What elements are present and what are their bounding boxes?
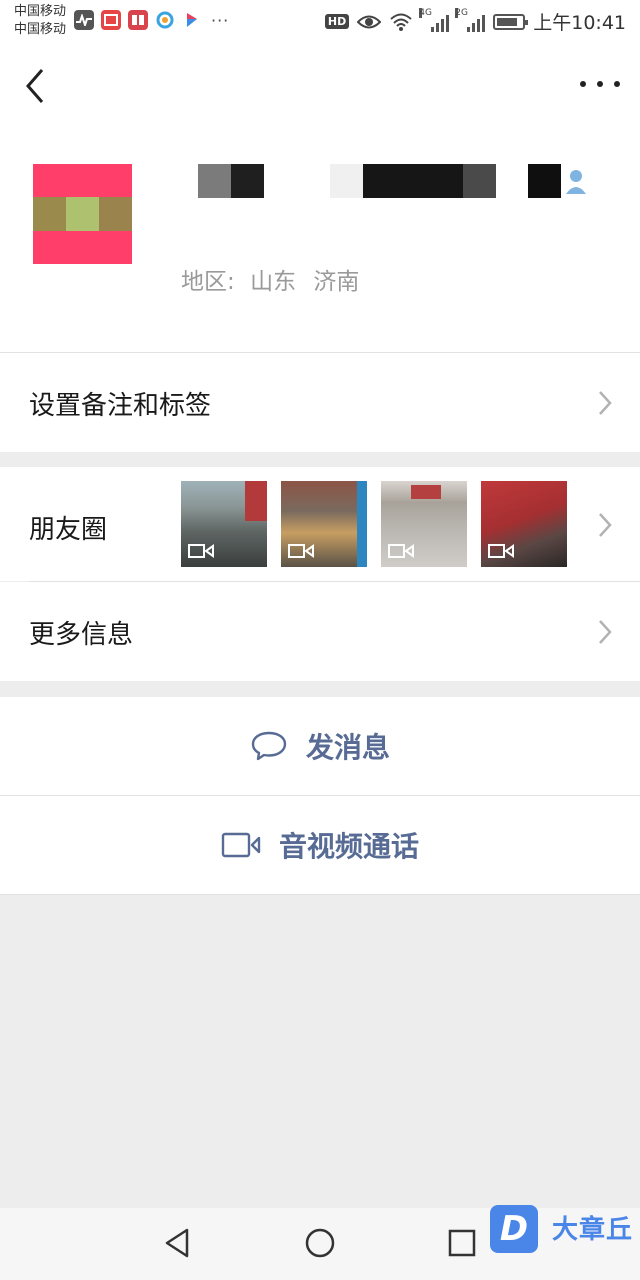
divider (0, 795, 640, 796)
gender-icon (566, 170, 586, 194)
chat-bubble-icon (251, 731, 287, 761)
wifi-icon (390, 13, 412, 31)
more-info-cell[interactable]: 更多信息 (0, 582, 640, 681)
video-icon (188, 544, 214, 558)
chevron-right-icon (599, 620, 612, 644)
moment-thumbnail (181, 481, 267, 567)
region-info: 地区: 山东 济南 (181, 262, 359, 296)
clock: 上午10:41 (533, 12, 626, 34)
app-store-icon (101, 10, 121, 30)
moments-thumbnails (181, 481, 567, 567)
carrier-label-2: 中国移动 (14, 22, 67, 37)
eye-icon (357, 15, 382, 28)
nav-recents-icon[interactable] (445, 1226, 479, 1260)
moment-thumbnail (481, 481, 567, 567)
more-notifications-icon: ··· (211, 10, 230, 30)
watermark-text: 大章丘 (552, 1215, 634, 1245)
notification-icons: ··· (74, 10, 229, 30)
moment-thumbnail (381, 481, 467, 567)
more-info-label: 更多信息 (29, 620, 134, 650)
signal-4g-icon: 4G (419, 7, 450, 32)
chevron-right-icon (599, 391, 612, 415)
nav-back-icon[interactable] (161, 1226, 195, 1260)
reader-icon (128, 10, 148, 30)
moments-cell[interactable]: 朋友圈 (0, 467, 640, 581)
battery-icon (493, 13, 529, 30)
hd-badge: HD (324, 14, 350, 29)
watermark-logo: D (490, 1205, 538, 1253)
video-call-icon (221, 832, 261, 858)
remark-tags-cell[interactable]: 设置备注和标签 (0, 353, 640, 452)
video-icon (388, 544, 414, 558)
watermark: D 大章丘 (490, 1205, 640, 1257)
moment-thumbnail (281, 481, 367, 567)
moments-label: 朋友圈 (29, 515, 108, 545)
region-province: 山东 (250, 269, 297, 295)
av-call-button[interactable]: 音视频通话 (0, 796, 640, 894)
carrier-info: 中国移动 中国移动 (14, 3, 66, 39)
video-icon (488, 544, 514, 558)
divider (29, 581, 640, 582)
nav-home-icon[interactable] (303, 1226, 337, 1260)
carrier-label-1: 中国移动 (14, 4, 67, 19)
video-app-icon (182, 10, 202, 30)
send-message-label: 发消息 (305, 731, 390, 764)
system-status: HD 4G 2G 上午10:41 (324, 7, 626, 35)
divider (0, 894, 640, 895)
title-bar (0, 44, 640, 128)
av-call-label: 音视频通话 (278, 830, 419, 863)
region-label: 地区: (181, 269, 235, 295)
chevron-right-icon (599, 513, 612, 537)
profile-card: 地区: 山东 济南 (0, 128, 640, 353)
remark-tags-label: 设置备注和标签 (29, 391, 212, 421)
browser-icon (155, 10, 175, 30)
more-dots-icon[interactable] (580, 72, 620, 96)
status-bar: 中国移动 中国移动 ··· HD 4G 2G 上午10:41 (0, 0, 640, 44)
signal-2g-icon: 2G (455, 7, 486, 32)
region-city: 济南 (313, 269, 360, 295)
avatar[interactable] (33, 164, 132, 264)
chevron-left-icon[interactable] (22, 66, 52, 106)
video-icon (288, 544, 314, 558)
send-message-button[interactable]: 发消息 (0, 697, 640, 795)
activity-icon (74, 10, 94, 30)
